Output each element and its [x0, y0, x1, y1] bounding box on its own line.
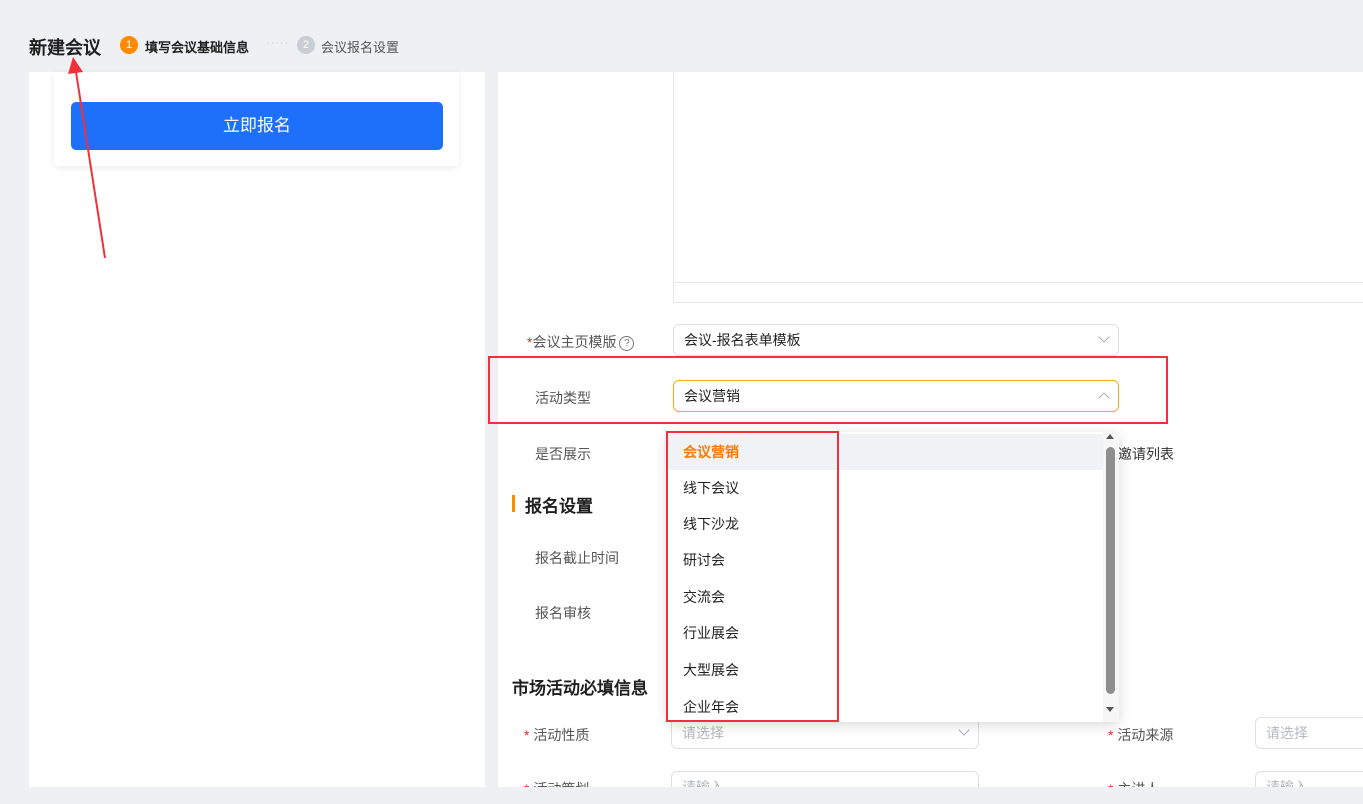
- annotation-arrow-icon: [68, 57, 106, 259]
